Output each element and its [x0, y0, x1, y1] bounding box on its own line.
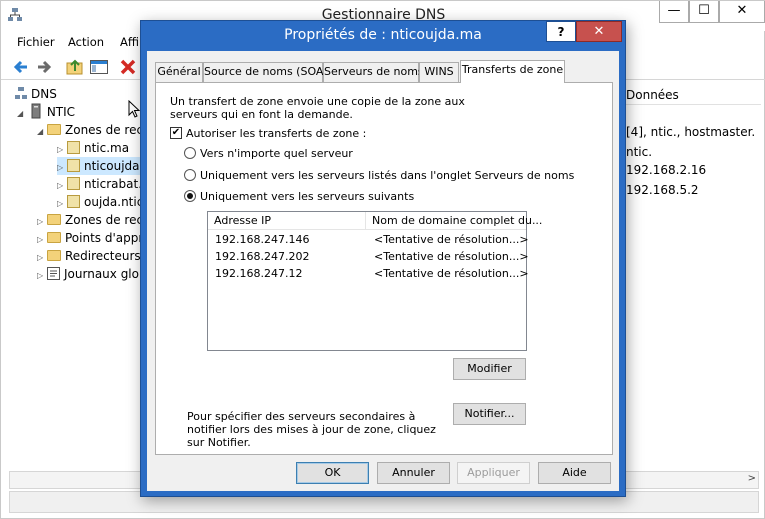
collapse-arrow-icon[interactable]: ◢ [37, 123, 47, 141]
tree-label-server: NTIC [46, 105, 76, 119]
notify-description: Pour spécifier des serveurs secondaires … [187, 410, 436, 449]
dialog-close-button[interactable]: ✕ [576, 21, 622, 42]
tree-item-zone[interactable]: ▷ ntic.ma [57, 139, 129, 157]
zone-file-icon [67, 159, 80, 172]
tree-label-zone: oujda.ntic [84, 195, 144, 209]
ok-button[interactable]: OK [296, 462, 369, 484]
tree-item-forward-zones[interactable]: ◢ Zones de rech [37, 121, 151, 139]
dialog-title: Propriétés de : nticoujda.ma [284, 27, 482, 43]
menu-action[interactable]: Action [68, 35, 104, 49]
column-header-data[interactable]: Données [621, 85, 761, 105]
dns-root-icon [15, 87, 27, 99]
log-icon [47, 267, 60, 280]
record-data[interactable]: ntic. [626, 145, 652, 159]
maximize-button[interactable]: ☐ [689, 1, 719, 23]
tree-item-zone[interactable]: ▷ oujda.ntic [57, 193, 143, 211]
main-close-button[interactable]: ✕ [719, 1, 765, 23]
radio-following-servers[interactable] [184, 190, 196, 202]
up-folder-icon[interactable] [65, 57, 85, 77]
server-ip[interactable]: 192.168.247.12 [215, 267, 302, 280]
radio-any-server-label[interactable]: Vers n'importe quel serveur [200, 147, 353, 160]
tree-label-zone: nticoujda [84, 159, 140, 173]
scroll-right-arrow-icon[interactable]: > [748, 473, 756, 484]
help-dialog-button[interactable]: Aide [538, 462, 611, 484]
column-header-fqdn[interactable]: Nom de domaine complet du... [366, 212, 542, 230]
radio-following-servers-label[interactable]: Uniquement vers les serveurs suivants [200, 190, 414, 203]
server-ip[interactable]: 192.168.247.146 [215, 233, 309, 246]
tree-label-global-logs: Journaux glob [64, 267, 147, 281]
server-icon [31, 103, 41, 119]
expand-arrow-icon[interactable]: ▷ [37, 267, 47, 285]
radio-listed-servers[interactable] [184, 169, 196, 181]
allow-transfers-label[interactable]: Autoriser les transferts de zone : [186, 127, 366, 140]
tree-item-zone[interactable]: ▷ nticrabat. [57, 175, 142, 193]
folder-icon [47, 214, 61, 225]
folder-icon [47, 232, 61, 243]
minimize-button[interactable]: — [659, 1, 689, 23]
tree-item-global-logs[interactable]: ▷ Journaux glob [37, 265, 147, 283]
tree-item-trust-points[interactable]: ▷ Points d'appr [37, 229, 143, 247]
notify-button[interactable]: Notifier... [453, 403, 526, 425]
tree-label-reverse-zones: Zones de rech [65, 213, 151, 227]
tree-label-dns: DNS [31, 87, 57, 101]
zone-transfer-description: Un transfert de zone envoie une copie de… [170, 95, 465, 121]
zone-transfers-panel: Un transfert de zone envoie une copie de… [155, 82, 613, 455]
show-hide-tree-icon[interactable] [89, 57, 109, 77]
folder-icon [47, 124, 61, 135]
tree-item-reverse-zones[interactable]: ▷ Zones de rech [37, 211, 151, 229]
tree-label-zone: ntic.ma [84, 141, 130, 155]
tree-label-redirectors: Redirecteurs [65, 249, 141, 263]
zone-file-icon [67, 177, 80, 190]
delete-icon[interactable] [118, 57, 138, 77]
zone-file-icon [67, 195, 80, 208]
menu-file[interactable]: Fichier [17, 35, 55, 49]
modify-button[interactable]: Modifier [453, 358, 526, 380]
apply-button[interactable]: Appliquer [457, 462, 530, 484]
forward-arrow-icon[interactable] [34, 57, 54, 77]
server-fqdn[interactable]: <Tentative de résolution...> [374, 233, 529, 246]
column-header-ip[interactable]: Adresse IP [208, 212, 366, 230]
server-fqdn[interactable]: <Tentative de résolution...> [374, 267, 529, 280]
radio-any-server[interactable] [184, 147, 196, 159]
collapse-arrow-icon[interactable]: ◢ [17, 105, 27, 123]
tree-item-redirectors[interactable]: ▷ Redirecteurs [37, 247, 141, 265]
tree-item-dns[interactable]: DNS [15, 85, 57, 103]
mouse-cursor-icon [128, 100, 140, 118]
server-list[interactable]: Adresse IP Nom de domaine complet du... … [207, 211, 542, 351]
back-arrow-icon[interactable] [11, 57, 31, 77]
tab-general[interactable]: Général [155, 62, 203, 82]
dialog-body: Général Source de noms (SOA) Serveurs de… [147, 51, 619, 491]
radio-listed-servers-label[interactable]: Uniquement vers les serveurs listés dans… [200, 169, 574, 182]
record-data[interactable]: 192.168.5.2 [626, 183, 699, 197]
server-ip[interactable]: 192.168.247.202 [215, 250, 309, 263]
tree-label-forward-zones: Zones de rech [65, 123, 151, 137]
tab-soa[interactable]: Source de noms (SOA) [203, 62, 328, 82]
help-button[interactable]: ? [546, 21, 576, 42]
record-data[interactable]: [4], ntic., hostmaster. [626, 125, 755, 139]
folder-icon [47, 250, 61, 261]
menu-view[interactable]: Affi [120, 35, 139, 49]
tree-label-zone: nticrabat. [84, 177, 143, 191]
record-data[interactable]: 192.168.2.16 [626, 163, 706, 177]
server-fqdn[interactable]: <Tentative de résolution...> [374, 250, 529, 263]
results-pane: Données [4], ntic., hostmaster. ntic. 19… [621, 85, 761, 485]
tab-name-servers[interactable]: Serveurs de noms [323, 62, 424, 82]
tree-item-server[interactable]: ◢ NTIC [17, 103, 75, 121]
zone-file-icon [67, 141, 80, 154]
cancel-button[interactable]: Annuler [377, 462, 450, 484]
zone-properties-dialog: Propriétés de : nticoujda.ma ? ✕ Général… [140, 20, 626, 497]
tree-label-trust-points: Points d'appr [65, 231, 144, 245]
tab-zone-transfers[interactable]: Transferts de zone [460, 60, 565, 83]
console-tree: DNS ◢ NTIC ◢ Zones de rech ▷ ntic.ma ▷ ntic… [9, 83, 151, 491]
allow-transfers-checkbox[interactable]: ✔ [170, 127, 182, 139]
tab-wins[interactable]: WINS [419, 62, 459, 82]
tree-item-zone-selected[interactable]: ▷ nticoujda [57, 157, 140, 175]
